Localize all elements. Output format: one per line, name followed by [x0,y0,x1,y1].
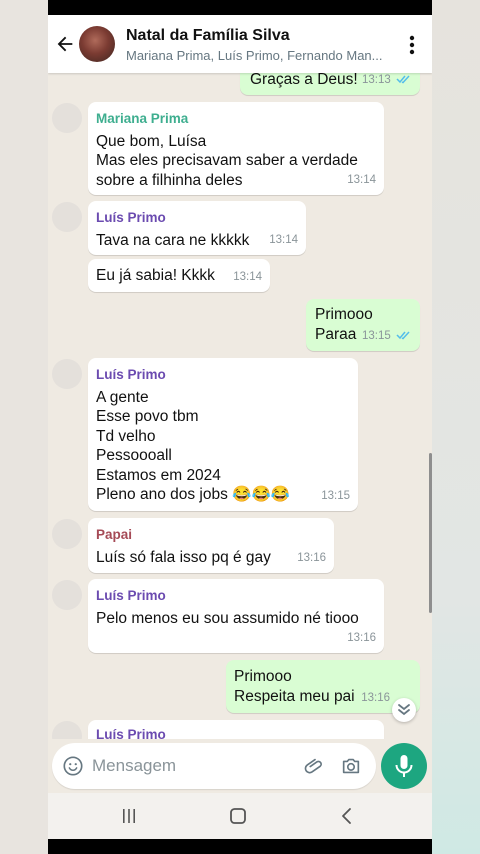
message-time: 13:13 [362,73,412,90]
message-time: 13:15 [362,327,412,347]
sender-avatar[interactable] [52,580,82,610]
message-list[interactable]: Graças a Deus! 13:13 Mariana Prima Que b… [48,73,432,739]
camera-icon[interactable] [340,755,362,777]
more-vertical-icon[interactable] [402,34,422,56]
message-bubble-incoming[interactable]: Luís Primo [88,720,384,739]
sender-avatar[interactable] [52,721,82,739]
system-navigation-bar [48,793,432,839]
scroll-indicator[interactable] [429,453,432,613]
message-time: 13:16 [297,551,326,564]
sender-name[interactable]: Luís Primo [96,208,296,228]
message-bubble-incoming[interactable]: Eu já sabia! Kkkk 13:14 [88,259,270,292]
message-text: Tava na cara ne kkkkk [96,231,250,249]
message-bubble-outgoing[interactable]: Primooo Respeita meu pai 13:16 [226,660,420,713]
message-text: Primooo Respeita meu pai [234,668,355,705]
double-check-icon [396,75,410,85]
chat-header[interactable]: Natal da Família Silva Mariana Prima, Lu… [48,15,432,73]
status-bar [48,0,432,15]
message-bubble-incoming[interactable]: Papai Luís só fala isso pq é gay 13:16 [88,518,334,573]
message-composer[interactable]: Mensagem [52,743,376,789]
double-check-icon [396,331,410,341]
message-bubble-outgoing[interactable]: Graças a Deus! 13:13 [240,73,420,95]
message-time: 13:16 [361,691,390,704]
message-text: Luís só fala isso pq é gay [96,548,271,566]
message-time: 13:15 [321,489,350,502]
message-text: Graças a Deus! [250,73,358,88]
message-text: A gente Esse povo tbm Td velho Pessoooal… [96,388,291,504]
group-avatar[interactable] [79,26,115,62]
sender-avatar[interactable] [52,103,82,133]
sender-name[interactable]: Luís Primo [96,725,374,739]
microphone-icon [395,755,413,777]
background-left-edge [0,0,48,854]
sender-avatar[interactable] [52,359,82,389]
arrow-left-icon[interactable] [54,33,76,55]
sender-name[interactable]: Luís Primo [96,365,348,385]
voice-message-button[interactable] [381,743,427,789]
message-bubble-outgoing[interactable]: Primooo Paraa 13:15 [306,299,420,351]
message-time-text: 13:13 [362,73,391,86]
message-time: 13:14 [269,233,298,246]
message-time: 13:14 [347,173,376,186]
message-time-text: 13:15 [362,329,391,342]
back-nav-icon[interactable] [338,807,356,825]
chat-participants[interactable]: Mariana Prima, Luís Primo, Fernando Man.… [126,48,388,63]
sender-name[interactable]: Mariana Prima [96,109,374,129]
message-bubble-incoming[interactable]: Luís Primo Tava na cara ne kkkkk 13:14 [88,201,306,255]
message-text: Que bom, Luísa Mas eles precisavam saber… [96,132,358,189]
emoji-icon[interactable] [62,755,84,777]
chat-title[interactable]: Natal da Família Silva [126,27,290,45]
background-right-edge [432,0,480,854]
message-bubble-incoming[interactable]: Luís Primo Pelo menos eu sou assumido né… [88,579,384,653]
message-bubble-incoming[interactable]: Luís Primo A gente Esse povo tbm Td velh… [88,358,358,511]
sender-avatar[interactable] [52,519,82,549]
message-text: Pelo menos eu sou assumido né tiooo [96,609,359,627]
sender-name[interactable]: Luís Primo [96,586,374,606]
bottom-bezel [48,839,432,854]
scroll-to-bottom-button[interactable] [392,698,416,722]
chevron-double-down-icon [398,704,410,716]
home-icon[interactable] [229,807,247,825]
phone-screen: Natal da Família Silva Mariana Prima, Lu… [48,0,432,854]
message-time: 13:16 [347,631,376,644]
sender-name[interactable]: Papai [96,525,324,545]
recent-apps-icon[interactable] [120,807,138,825]
message-time: 13:14 [233,270,262,283]
sender-avatar[interactable] [52,202,82,232]
paperclip-icon[interactable] [304,755,326,777]
message-input[interactable]: Mensagem [92,756,176,776]
message-text: Eu já sabia! Kkkk [96,267,215,284]
message-bubble-incoming[interactable]: Mariana Prima Que bom, Luísa Mas eles pr… [88,102,384,195]
